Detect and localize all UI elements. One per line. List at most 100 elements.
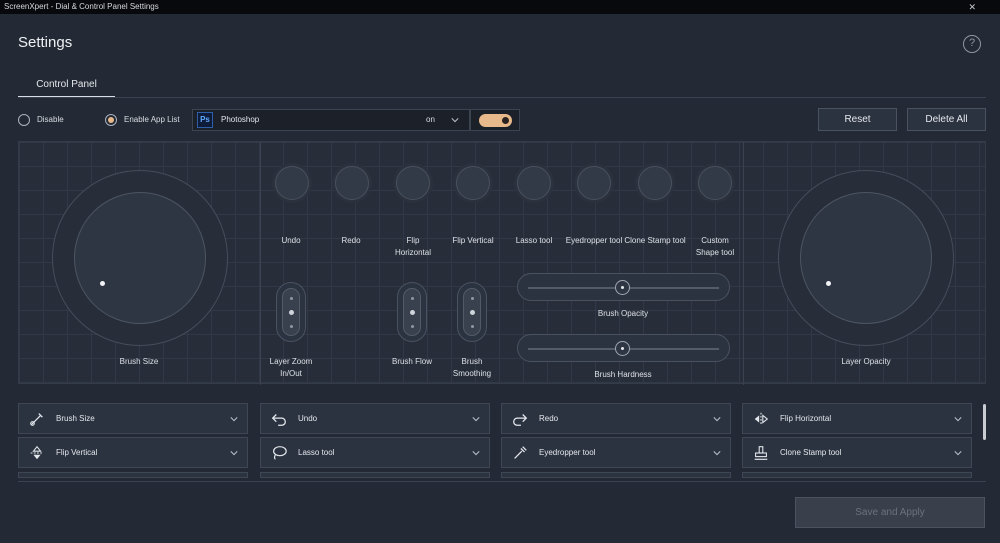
app-select-state: on (426, 115, 435, 124)
delete-all-button[interactable]: Delete All (907, 108, 986, 131)
layer-opacity-dial-label: Layer Opacity (841, 357, 891, 366)
lasso-tool-knob[interactable] (517, 166, 551, 200)
footer-divider (18, 481, 986, 482)
mapping-redo[interactable]: Redo (501, 403, 731, 434)
brush-hardness-slider[interactable] (517, 334, 730, 362)
mapping-label: Undo (298, 414, 318, 423)
panel-divider (743, 142, 744, 385)
eyedropper-icon (514, 446, 527, 459)
slider-track (463, 288, 481, 336)
mapping-clone-stamp-tool[interactable]: Clone Stamp tool (742, 437, 972, 468)
slider-tick (471, 325, 474, 328)
chevron-down-icon (451, 118, 459, 123)
window-close-button[interactable]: ✕ (968, 0, 976, 14)
mapping-label: Flip Horizontal (780, 414, 832, 423)
disable-radio[interactable] (18, 114, 30, 126)
tab-divider (18, 97, 986, 98)
panel-divider (260, 142, 261, 385)
undo-label: Undo (281, 236, 301, 245)
brush-hardness-label: Brush Hardness (594, 370, 652, 379)
brush-size-dial-label: Brush Size (119, 357, 159, 366)
undo-knob[interactable] (275, 166, 309, 200)
app-select-dropdown[interactable]: Ps Photoshop on (192, 109, 470, 131)
app-enable-toggle[interactable] (479, 114, 512, 127)
slider-tick (411, 325, 414, 328)
chevron-down-icon (954, 451, 962, 456)
slider-tick (290, 325, 293, 328)
app-select-value: Photoshop (221, 115, 260, 124)
slider-tick (290, 297, 293, 300)
mapping-undo[interactable]: Undo (260, 403, 490, 434)
redo-knob[interactable] (335, 166, 369, 200)
control-panel-preview: Brush Size Layer Opacity Undo Redo Flip … (18, 141, 986, 385)
window-title-bar: ScreenXpert - Dial & Control Panel Setti… (0, 0, 1000, 14)
page-title: Settings (18, 34, 73, 51)
slider-handle (289, 310, 294, 315)
lasso-tool-label: Lasso tool (515, 236, 553, 245)
tab-control-panel[interactable]: Control Panel (18, 78, 115, 98)
save-and-apply-button[interactable]: Save and Apply (795, 497, 985, 528)
function-mapping-list: Brush Size Undo Redo Flip Horizontal Fli… (18, 400, 986, 480)
stamp-icon (754, 446, 768, 460)
brush-icon (30, 413, 43, 426)
lasso-icon (273, 446, 287, 460)
brush-smoothing-slider[interactable] (457, 282, 487, 342)
clone-stamp-tool-knob[interactable] (638, 166, 672, 200)
chevron-down-icon (713, 451, 721, 456)
slider-handle (470, 310, 475, 315)
brush-size-dial-face (74, 192, 206, 324)
app-toggle-container (470, 109, 520, 131)
mapping-lasso-tool[interactable]: Lasso tool (260, 437, 490, 468)
photoshop-icon: Ps (197, 112, 213, 128)
undo-icon (271, 414, 286, 426)
enable-app-list-label: Enable App List (124, 115, 180, 124)
slider-tick (411, 297, 414, 300)
layer-zoom-slider[interactable] (276, 282, 306, 342)
mapping-label: Clone Stamp tool (780, 448, 842, 457)
flip-vertical-icon (30, 445, 44, 460)
mapping-label: Eyedropper tool (539, 448, 596, 457)
mapping-partial-row (742, 472, 972, 478)
flip-vertical-label: Flip Vertical (452, 236, 494, 245)
slider-handle[interactable] (615, 280, 630, 295)
mapping-partial-row (18, 472, 248, 478)
custom-shape-tool-knob[interactable] (698, 166, 732, 200)
toggle-knob (502, 117, 509, 124)
help-icon[interactable]: ? (963, 35, 981, 53)
dial-position-indicator (100, 281, 105, 286)
slider-handle[interactable] (615, 341, 630, 356)
flip-vertical-knob[interactable] (456, 166, 490, 200)
mapping-eyedropper-tool[interactable]: Eyedropper tool (501, 437, 731, 468)
brush-opacity-label: Brush Opacity (597, 309, 649, 318)
dial-position-indicator (826, 281, 831, 286)
mapping-flip-vertical[interactable]: Flip Vertical (18, 437, 248, 468)
chevron-down-icon (230, 451, 238, 456)
flip-horizontal-icon (754, 412, 769, 426)
layer-opacity-dial-face (800, 192, 932, 324)
slider-handle (410, 310, 415, 315)
flip-horizontal-knob[interactable] (396, 166, 430, 200)
mapping-label: Flip Vertical (56, 448, 98, 457)
mapping-label: Lasso tool (298, 448, 335, 457)
brush-flow-label: Brush Flow (391, 357, 432, 366)
layer-opacity-dial[interactable] (778, 170, 954, 346)
flip-horizontal-label: Flip Horizontal (394, 236, 431, 257)
mapping-brush-size[interactable]: Brush Size (18, 403, 248, 434)
reset-button[interactable]: Reset (818, 108, 897, 131)
mapping-scrollbar[interactable] (983, 404, 986, 440)
chevron-down-icon (954, 417, 962, 422)
slider-track (282, 288, 300, 336)
chevron-down-icon (472, 417, 480, 422)
disable-radio-label: Disable (37, 115, 64, 124)
slider-track (403, 288, 421, 336)
mapping-partial-row (260, 472, 490, 478)
brush-size-dial[interactable] (52, 170, 228, 346)
mapping-flip-horizontal[interactable]: Flip Horizontal (742, 403, 972, 434)
brush-opacity-slider[interactable] (517, 273, 730, 301)
slider-tick (471, 297, 474, 300)
brush-flow-slider[interactable] (397, 282, 427, 342)
mapping-partial-row (501, 472, 731, 478)
brush-smoothing-label: Brush Smoothing (452, 357, 492, 378)
enable-app-list-radio[interactable] (105, 114, 117, 126)
eyedropper-tool-knob[interactable] (577, 166, 611, 200)
